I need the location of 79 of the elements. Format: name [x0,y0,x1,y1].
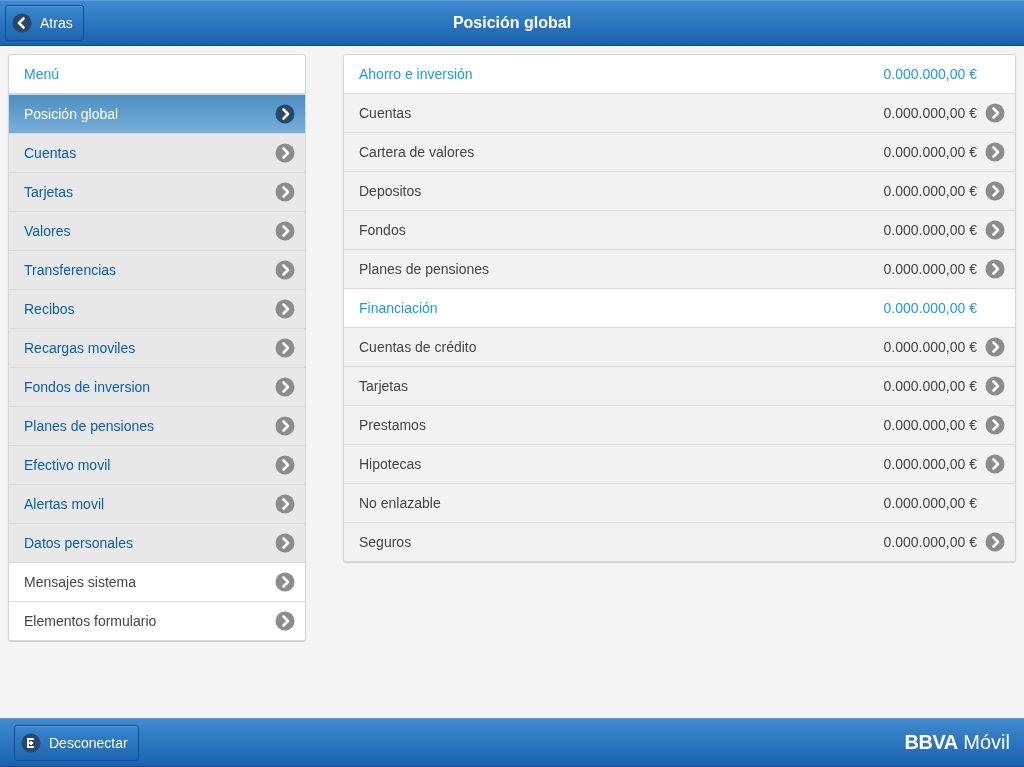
chevron-icon [985,454,1005,474]
chevron-icon [275,416,295,436]
logout-icon [21,732,41,753]
menu-item[interactable]: Tarjetas [9,172,305,211]
row-amount: 0.000.000,00 € [883,339,977,355]
row-label: Fondos [359,222,407,238]
summary-row[interactable]: Fondos 0.000.000,00 € [344,211,1015,250]
row-amount: 0.000.000,00 € [883,222,977,238]
summary-row[interactable]: Prestamos 0.000.000,00 € [344,406,1015,445]
chevron-icon [275,494,295,514]
chevron-icon [275,182,295,202]
row-label: Seguros [359,534,413,550]
row-amount: 0.000.000,00 € [883,456,977,472]
row-amount: 0.000.000,00 € [883,183,977,199]
chevron-icon [275,104,295,124]
chevron-icon [985,337,1005,357]
row-label: Tarjetas [359,378,410,394]
chevron-icon [985,220,1005,240]
summary-row[interactable]: Seguros 0.000.000,00 € [344,523,1015,561]
menu-item[interactable]: Elementos formulario [9,601,305,640]
back-icon [12,13,32,33]
menu-item[interactable]: Valores [9,211,305,250]
section-amount: 0.000.000,00 € [883,300,977,316]
chevron-icon [275,611,295,631]
section-title: Ahorro e inversión [359,66,474,82]
chevron-icon [985,142,1005,162]
chevron-icon [275,455,295,475]
menu-item[interactable]: Efectivo movil [9,445,305,484]
chevron-icon [275,533,295,553]
chevron-icon [275,572,295,592]
chevron-icon [275,143,295,163]
menu-item[interactable]: Cuentas [9,133,305,172]
menu-item[interactable]: Fondos de inversion [9,367,305,406]
menu-item[interactable]: Planes de pensiones [9,406,305,445]
page-title: Posición global [452,14,572,31]
menu-item[interactable]: Recargas moviles [9,328,305,367]
row-label: Cuentas [359,105,413,121]
chevron-icon [275,260,295,280]
chevron-icon [985,181,1005,201]
row-amount: 0.000.000,00 € [883,105,977,121]
chevron-icon [275,377,295,397]
menu-item[interactable]: Mensajes sistema [9,562,305,601]
section-amount: 0.000.000,00 € [883,66,977,82]
chevron-icon [985,415,1005,435]
menu-item[interactable]: Datos personales [9,523,305,562]
section-title: Financiación [359,300,439,316]
menu-item[interactable]: Recibos [9,289,305,328]
chevron-icon [985,103,1005,123]
row-amount: 0.000.000,00 € [883,495,977,511]
menu-item[interactable]: Alertas movil [9,484,305,523]
row-amount: 0.000.000,00 € [883,144,977,160]
chevron-icon [985,259,1005,279]
chevron-icon [275,338,295,358]
chevron-icon [275,221,295,241]
summary-row[interactable]: Cartera de valores 0.000.000,00 € [344,133,1015,172]
summary-row[interactable]: Hipotecas 0.000.000,00 € [344,445,1015,484]
row-label: Cuentas de crédito [359,339,478,355]
row-label: Prestamos [359,417,427,433]
chevron-icon [275,299,295,319]
summary-row[interactable]: Depositos 0.000.000,00 € [344,172,1015,211]
back-button[interactable]: Atras [5,5,84,41]
row-label: Hipotecas [359,456,423,472]
row-amount: 0.000.000,00 € [883,261,977,277]
row-label: Planes de pensiones [359,261,490,277]
chevron-icon [985,376,1005,396]
row-label: Depositos [359,183,423,199]
summary-row[interactable]: Planes de pensiones 0.000.000,00 € [344,250,1015,289]
summary-row[interactable]: Cuentas 0.000.000,00 € [344,94,1015,133]
row-amount: 0.000.000,00 € [883,534,977,550]
chevron-icon [985,532,1005,552]
brand-logo: BBVA Móvil [904,731,1010,754]
row-amount: 0.000.000,00 € [883,417,977,433]
row-label: No enlazable [359,495,442,511]
logout-button[interactable]: Desconectar [14,724,139,761]
row-label: Cartera de valores [359,144,476,160]
menu-item[interactable]: Transferencias [9,250,305,289]
summary-row[interactable]: Tarjetas 0.000.000,00 € [344,367,1015,406]
summary-row[interactable]: Cuentas de crédito 0.000.000,00 € [344,328,1015,367]
row-amount: 0.000.000,00 € [883,378,977,394]
